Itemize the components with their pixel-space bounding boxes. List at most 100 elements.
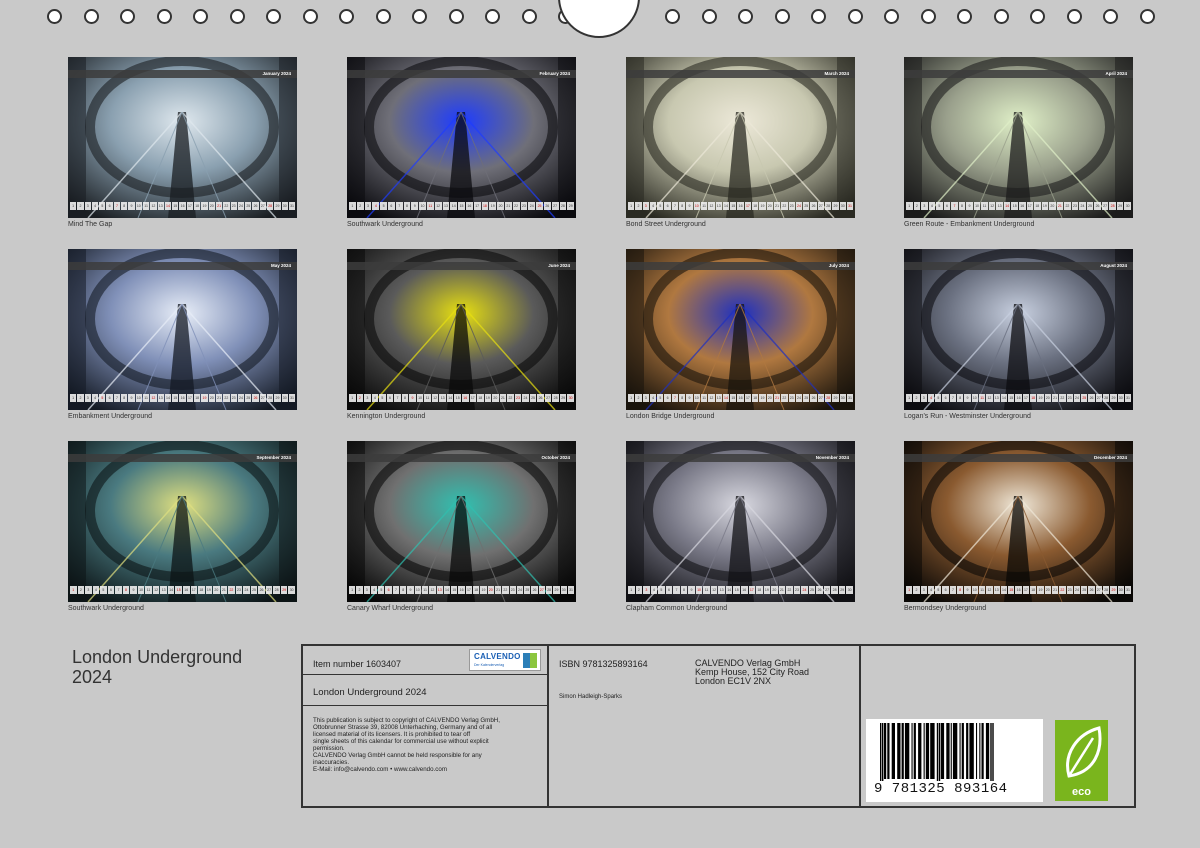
- calendar-day: 28: [1103, 586, 1110, 594]
- calendar-day: 9: [964, 586, 971, 594]
- calendar-day: 21: [778, 586, 786, 594]
- calendar-day: 16: [1015, 394, 1022, 402]
- eco-badge: eco: [1055, 720, 1108, 801]
- calendar-day: 22: [223, 394, 230, 402]
- month-photo-image: [347, 441, 576, 602]
- calendar-day: 16: [179, 394, 186, 402]
- month-photo-image: [347, 57, 576, 218]
- month-label: January 2024: [262, 71, 291, 76]
- calendar-day: 18: [477, 394, 484, 402]
- calendar-day: 14: [167, 586, 175, 594]
- calendar-day: 30: [846, 586, 853, 594]
- month-photo-image: [626, 249, 855, 410]
- calendar-day: 8: [121, 202, 128, 210]
- calendar-day: 24: [795, 394, 803, 402]
- calendar-day: 15: [733, 586, 740, 594]
- calendar-day: 7: [113, 394, 121, 402]
- calendar-day: 1: [906, 202, 913, 210]
- calendar-day: 28: [552, 394, 559, 402]
- calendar-day: 13: [442, 202, 450, 210]
- binding-hole: [375, 9, 391, 24]
- calendar-day: 28: [267, 202, 274, 210]
- calendar-day: 24: [1073, 394, 1081, 402]
- binding-hole: [774, 9, 790, 24]
- calendar-day: 26: [258, 586, 265, 594]
- legal-line: licensed material of its licensers. It i…: [313, 731, 471, 738]
- calendar-day: 8: [680, 586, 688, 594]
- calendar-day: 16: [1015, 586, 1022, 594]
- barcode: 9 781325 893164: [866, 719, 1043, 802]
- month-label-bar: January 2024: [68, 70, 297, 78]
- month-10: October 2024 1 2 3 4 5 6 7 8 9 10 11 12 13 14 15 16 17 18…: [347, 441, 576, 613]
- info-column-right: 9 781325 893164 eco: [861, 646, 1134, 806]
- month-label-bar: December 2024: [904, 454, 1133, 462]
- legal-notice: This publication is subject to copyright…: [303, 706, 547, 773]
- month-4: April 2024 1 2 3 4 5 6 7 8 9 10 11 12 13 14 15 16 17 18 19…: [904, 57, 1133, 229]
- month-day-strip: 1 2 3 4 5 6 7 8 9 10 11 12 13 14 15 16 17 18 19 20 21 22 23 24 2…: [349, 586, 575, 594]
- calendar-day: 5: [658, 586, 665, 594]
- calendar-day: 12: [434, 202, 442, 210]
- calendar-day: 17: [190, 586, 198, 594]
- calendar-day: 3: [643, 586, 650, 594]
- calendar-day: 21: [220, 586, 228, 594]
- calendar-day: 9: [688, 586, 695, 594]
- month-label: August 2024: [1100, 263, 1127, 268]
- calendar-day: 21: [215, 202, 223, 210]
- calendar-day: 26: [1094, 202, 1101, 210]
- calendar-day: 23: [509, 586, 516, 594]
- calendar-day: 26: [1088, 394, 1095, 402]
- calendar-day: 4: [928, 202, 936, 210]
- calendar-day: 31: [288, 202, 296, 210]
- calendar-day: 10: [135, 202, 142, 210]
- month-label-bar: March 2024: [626, 70, 855, 78]
- calendar-day: 4: [91, 394, 99, 402]
- binding-hole: [1030, 9, 1045, 24]
- calendar-day: 31: [288, 394, 296, 402]
- calendar-title: London Underground 2024: [72, 647, 243, 687]
- calendar-day: 25: [524, 586, 531, 594]
- calendar-day: 4: [927, 394, 935, 402]
- calendar-day: 27: [823, 586, 831, 594]
- calendar-day: 11: [978, 586, 986, 594]
- month-label: May 2024: [270, 263, 291, 268]
- calendar-subtitle: London Underground 2024: [313, 687, 427, 698]
- calendar-day: 21: [1051, 586, 1059, 594]
- month-photo-image: [904, 57, 1133, 218]
- calendar-day: 22: [223, 202, 230, 210]
- month-photo: January 2024 1 2 3 4 5 6 7 8 9 10 11 12 13 14 15 16 17 18…: [68, 57, 297, 218]
- calendar-day: 22: [786, 586, 793, 594]
- calendar-day: 2: [913, 394, 920, 402]
- month-label-bar: May 2024: [68, 262, 297, 270]
- calendar-day: 3: [920, 394, 927, 402]
- calendar-day: 19: [1041, 202, 1049, 210]
- calendar-day: 21: [499, 394, 507, 402]
- calendar-day: 8: [679, 202, 686, 210]
- binding-hole: [884, 9, 899, 24]
- calendar-day: 14: [446, 394, 454, 402]
- calendar-day: 25: [536, 202, 543, 210]
- calendar-day: 11: [703, 586, 710, 594]
- calendar-day: 17: [744, 202, 752, 210]
- month-photo-image: [68, 57, 297, 218]
- calendar-day: 8: [679, 394, 686, 402]
- calendar-day: 28: [1109, 202, 1116, 210]
- calendar-day: 6: [943, 202, 951, 210]
- calendar-day: 20: [766, 394, 773, 402]
- month-photo: February 2024 1 2 3 4 5 6 7 8 9 10 11 12 13 14 15 16 17 1…: [347, 57, 576, 218]
- calendar-day: 3: [84, 202, 91, 210]
- calendar-day: 3: [642, 202, 649, 210]
- month-photo-image: [347, 249, 576, 410]
- calendar-day: 23: [514, 394, 522, 402]
- calendar-day: 24: [1079, 202, 1086, 210]
- calendar-day: 28: [273, 586, 280, 594]
- binding-hole: [485, 9, 500, 24]
- binding-hole: [1103, 9, 1118, 24]
- month-label: March 2024: [824, 71, 849, 76]
- calendar-day: 20: [492, 394, 499, 402]
- calendar-day: 15: [454, 394, 461, 402]
- calendar-day: 4: [371, 394, 379, 402]
- calendar-day: 10: [973, 202, 981, 210]
- legal-line: single sheets of this calendar for comme…: [313, 738, 489, 745]
- calendar-day: 15: [172, 202, 179, 210]
- calendar-day: 30: [288, 586, 295, 594]
